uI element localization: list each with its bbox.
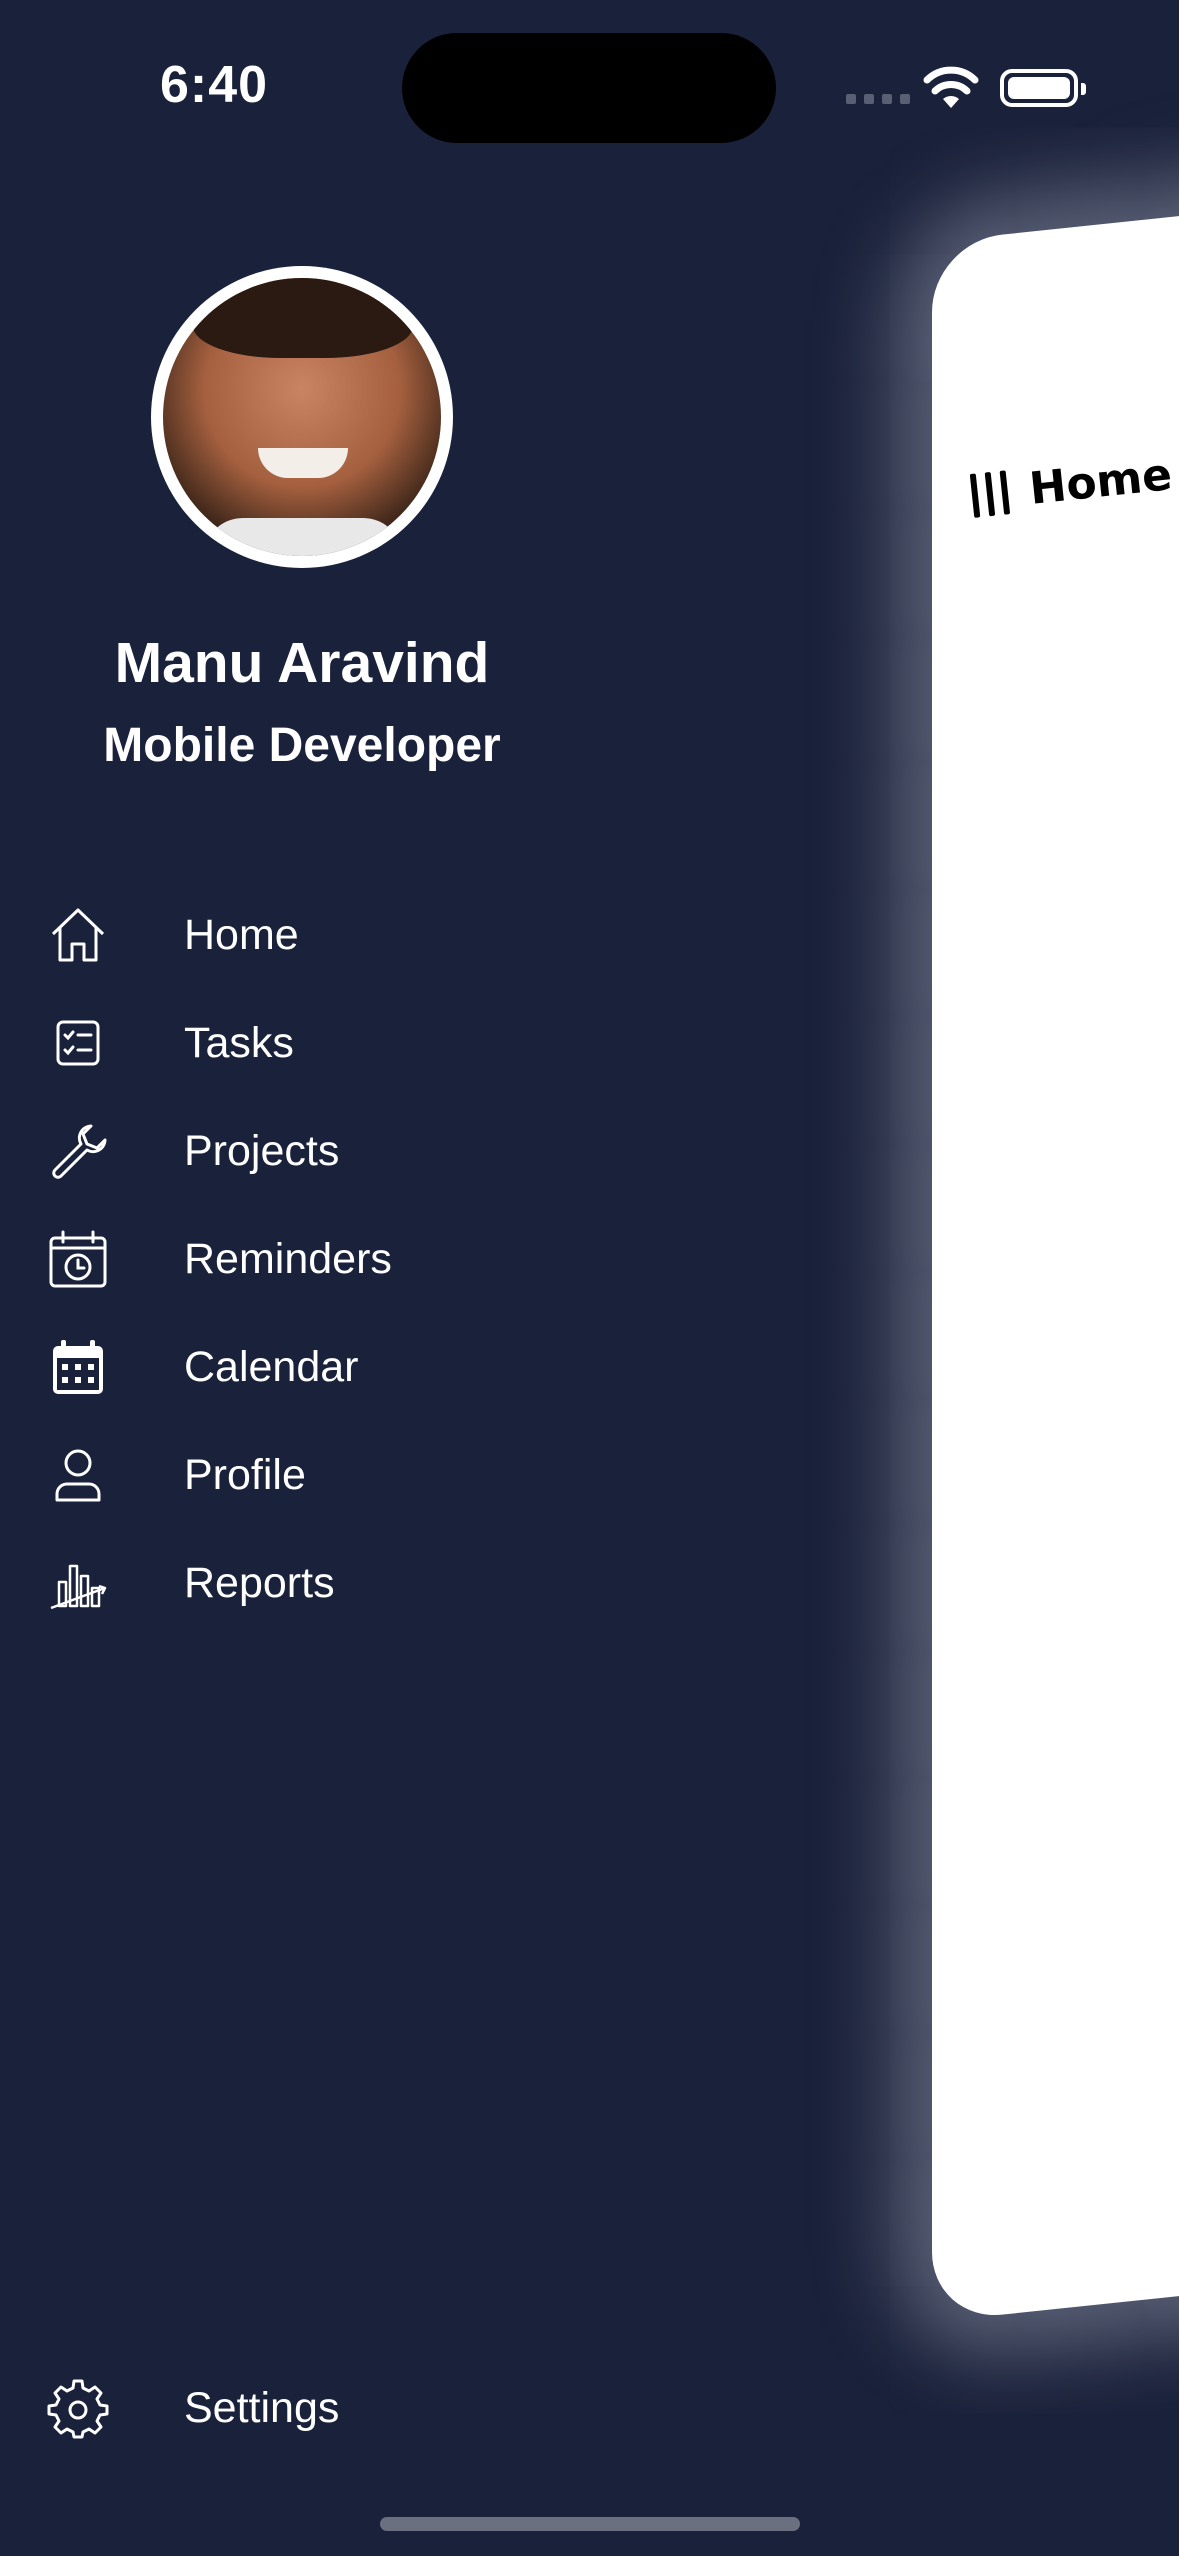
sidebar-item-label: Reminders <box>184 1234 392 1283</box>
status-bar: 6:40 <box>0 0 1179 160</box>
chart-icon <box>45 1550 111 1616</box>
sidebar-item-label: Home <box>184 910 299 959</box>
sidebar-item-reminders[interactable]: Reminders <box>45 1224 392 1294</box>
sidebar-item-calendar[interactable]: Calendar <box>45 1332 359 1402</box>
sidebar-item-profile[interactable]: Profile <box>45 1440 306 1510</box>
sidebar-item-home[interactable]: Home <box>45 900 299 970</box>
wrench-icon <box>45 1118 111 1184</box>
sidebar-item-label: Reports <box>184 1558 335 1607</box>
calendar-icon <box>45 1334 111 1400</box>
wifi-icon <box>923 66 979 108</box>
sidebar-item-reports[interactable]: Reports <box>45 1548 335 1618</box>
sidebar-item-tasks[interactable]: Tasks <box>45 1008 294 1078</box>
sidebar-item-label: Calendar <box>184 1342 359 1391</box>
sidebar-item-label: Tasks <box>184 1018 294 1067</box>
avatar[interactable] <box>151 266 453 568</box>
home-icon <box>45 902 111 968</box>
avatar-photo <box>163 278 441 556</box>
user-role: Mobile Developer <box>103 719 501 772</box>
sidebar-item-label: Projects <box>184 1126 340 1175</box>
calendar-clock-icon <box>45 1226 111 1292</box>
gear-icon <box>45 2375 111 2441</box>
checklist-icon <box>45 1010 111 1076</box>
home-indicator[interactable] <box>380 2517 800 2531</box>
status-time: 6:40 <box>160 56 269 114</box>
dynamic-island <box>402 33 776 143</box>
user-name: Manu Aravind <box>114 631 490 695</box>
sidebar-item-projects[interactable]: Projects <box>45 1116 339 1186</box>
cellular-signal-icon <box>846 94 910 104</box>
sidebar-item-label: Settings <box>184 2383 340 2432</box>
battery-icon <box>1000 69 1086 107</box>
menu-icon[interactable] <box>969 469 1011 518</box>
sidebar-item-label: Profile <box>184 1450 306 1499</box>
main-content-panel[interactable] <box>932 208 1179 2322</box>
person-icon <box>45 1442 111 1508</box>
sidebar-item-settings[interactable]: Settings <box>45 2373 339 2443</box>
